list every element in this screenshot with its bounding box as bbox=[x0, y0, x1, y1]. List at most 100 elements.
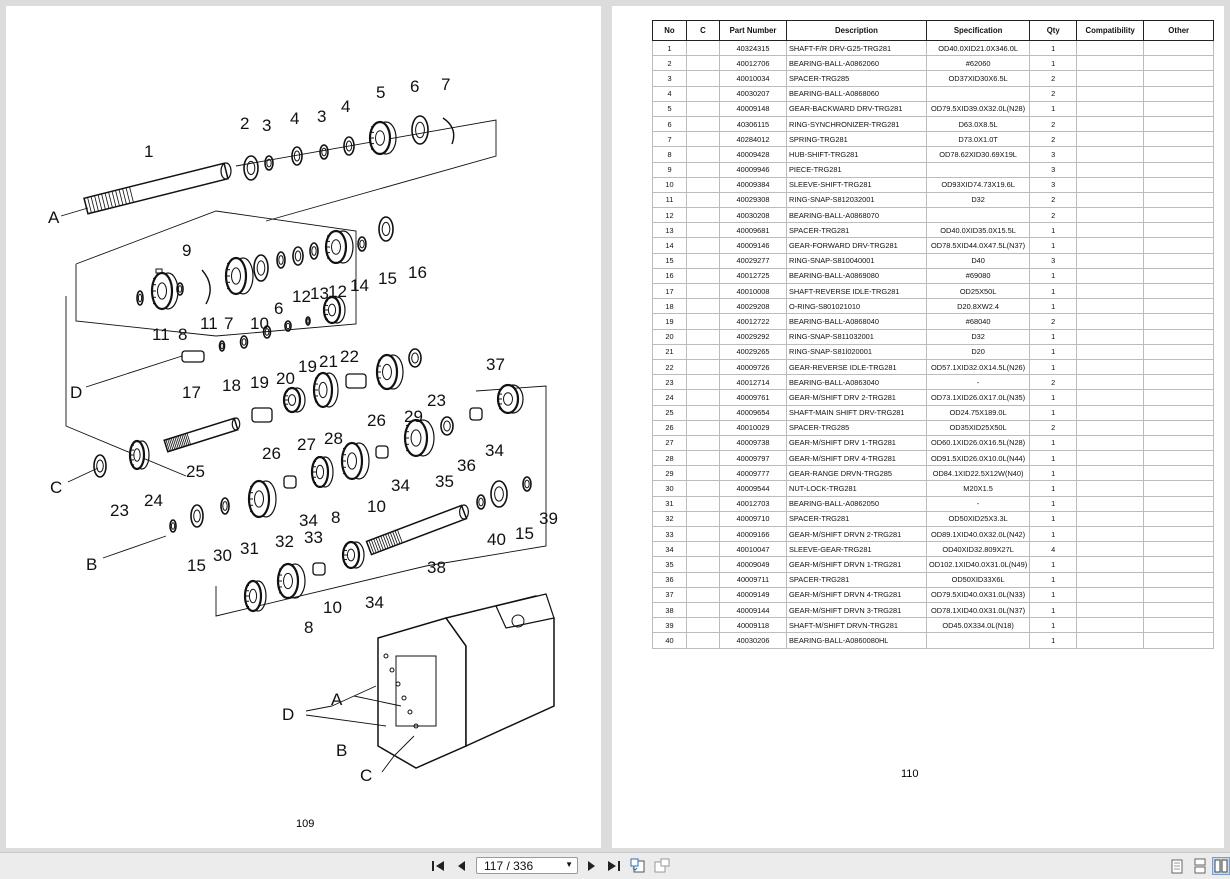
table-cell bbox=[1143, 191, 1215, 209]
pdf-page-right: No C Part Number Description Specification Qt… bbox=[612, 6, 1224, 848]
table-cell: 20 bbox=[652, 328, 687, 345]
ring-part bbox=[524, 479, 530, 489]
table-row: 11 40029308 RING-SNAP-S812032001 D32 2 bbox=[652, 191, 1215, 209]
table-cell: #62060 bbox=[925, 55, 1031, 72]
rotate-left-button[interactable] bbox=[630, 857, 646, 875]
callout-number: 24 bbox=[144, 491, 163, 510]
ring-part bbox=[264, 155, 274, 171]
leader-line bbox=[60, 207, 89, 217]
table-row: 26 40010029 SPACER-TRG285 OD35XID25X50L 2 bbox=[652, 419, 1215, 436]
table-cell: 1 bbox=[1029, 237, 1078, 254]
table-cell: 2 bbox=[1029, 191, 1078, 209]
callout-number: 8 bbox=[178, 325, 187, 344]
table-cell bbox=[686, 115, 720, 133]
table-row: 38 40009144 GEAR-M/SHIFT DRVN 3-TRG281 OD78… bbox=[652, 601, 1215, 619]
table-cell bbox=[1143, 55, 1215, 72]
table-cell: BEARING-BALL-A0860080HL bbox=[786, 632, 927, 649]
table-cell: 38 bbox=[652, 601, 687, 619]
table-cell: 40010034 bbox=[719, 70, 787, 87]
table-cell bbox=[1143, 434, 1215, 452]
table-cell bbox=[1076, 267, 1145, 285]
snap-ring-part bbox=[442, 117, 455, 145]
ring-part bbox=[239, 335, 249, 349]
table-row: 10 40009384 SLEEVE-SHIFT-TRG281 OD93XID74.7… bbox=[652, 176, 1215, 193]
table-cell: 1 bbox=[1029, 404, 1078, 421]
table-row: 18 40029208 O-RING-S801021010 D20.8XW2.4 1 bbox=[652, 298, 1215, 315]
ring-part bbox=[96, 459, 104, 473]
chevron-down-icon[interactable]: ▼ bbox=[565, 860, 573, 869]
table-cell: GEAR-M/SHIFT DRV 2-TRG281 bbox=[786, 389, 927, 406]
table-cell: HUB-SHIFT-TRG281 bbox=[786, 146, 927, 163]
table-cell: 21 bbox=[652, 343, 687, 360]
table-cell bbox=[925, 207, 1031, 224]
page-number: 110 bbox=[901, 768, 919, 780]
table-cell bbox=[686, 632, 720, 649]
table-cell: GEAR-FORWARD DRV-TRG281 bbox=[786, 237, 927, 254]
table-cell: OD89.1XID40.0X32.0L(N42) bbox=[925, 525, 1031, 543]
ring-part bbox=[220, 342, 224, 350]
callout-number: 9 bbox=[182, 241, 191, 260]
table-cell bbox=[1143, 161, 1215, 178]
callout-number: 3 bbox=[317, 107, 326, 126]
continuous-pages-icon bbox=[1194, 858, 1206, 874]
table-cell bbox=[1143, 541, 1215, 558]
table-cell: OD73.1XID26.0X17.0L(N35) bbox=[925, 389, 1031, 406]
previous-page-button[interactable] bbox=[454, 857, 468, 875]
table-cell: 30 bbox=[652, 480, 687, 497]
table-cell: SHAFT-REVERSE IDLE-TRG281 bbox=[786, 282, 927, 300]
table-cell: OD35XID25X50L bbox=[925, 419, 1031, 436]
table-cell bbox=[1076, 465, 1145, 482]
table-cell bbox=[1076, 495, 1145, 512]
table-cell: 1 bbox=[1029, 222, 1078, 239]
table-cell bbox=[686, 343, 720, 360]
table-cell bbox=[686, 267, 720, 285]
table-cell bbox=[1143, 632, 1215, 649]
table-cell: 40029265 bbox=[719, 343, 787, 360]
table-cell bbox=[1143, 510, 1215, 528]
table-row: 2 40012706 BEARING-BALL-A0862060 #62060 1 bbox=[652, 55, 1215, 72]
rotate-right-button[interactable] bbox=[654, 857, 670, 875]
pdf-page-left: 1 2 3 4 3 4 5 6 7 9 11 8 11 7 10 6 12 13 12 14 15 16 17 18 19 20 1… bbox=[6, 6, 601, 848]
leader-line bbox=[305, 714, 387, 727]
table-cell bbox=[686, 328, 720, 345]
table-cell bbox=[686, 237, 720, 254]
table-cell bbox=[1076, 70, 1145, 87]
table-cell bbox=[686, 450, 720, 467]
table-cell: 40029277 bbox=[719, 252, 787, 269]
table-cell: 40306115 bbox=[719, 115, 787, 133]
table-cell: SHAFT-F/R DRV-G25-TRG281 bbox=[786, 39, 927, 57]
first-page-button[interactable] bbox=[430, 857, 446, 875]
table-cell: PIECE-TRG281 bbox=[786, 161, 927, 178]
gear-part bbox=[310, 455, 334, 489]
table-cell: 3 bbox=[1029, 252, 1078, 269]
next-page-button[interactable] bbox=[585, 857, 599, 875]
table-cell bbox=[686, 601, 720, 619]
page-number-input[interactable]: 117 / 336 ▼ bbox=[476, 857, 578, 874]
continuous-view-button[interactable] bbox=[1193, 857, 1207, 875]
ring-part bbox=[190, 504, 204, 528]
two-page-view-button[interactable] bbox=[1212, 857, 1230, 875]
ring-part bbox=[411, 115, 429, 145]
table-cell: OD78.5XID44.0X47.5L(N37) bbox=[925, 237, 1031, 254]
table-cell bbox=[686, 525, 720, 543]
callout-number: 3 bbox=[262, 116, 271, 135]
table-cell: 40029292 bbox=[719, 328, 787, 345]
assembly-letter: B bbox=[86, 555, 97, 574]
table-cell bbox=[1143, 328, 1215, 345]
table-cell bbox=[1076, 282, 1145, 300]
table-row: 16 40012725 BEARING-BALL-A0869080 #69080 1 bbox=[652, 267, 1215, 285]
table-row: 33 40009166 GEAR-M/SHIFT DRVN 2-TRG281 OD89… bbox=[652, 525, 1215, 543]
single-page-view-button[interactable] bbox=[1170, 857, 1184, 875]
last-page-button[interactable] bbox=[606, 857, 622, 875]
table-cell: 3 bbox=[652, 70, 687, 87]
skip-forward-icon bbox=[608, 861, 620, 871]
table-cell: 40009761 bbox=[719, 389, 787, 406]
table-cell: BEARING-BALL-A0868060 bbox=[786, 85, 927, 102]
table-row: 1 40324315 SHAFT-F/R DRV-G25-TRG281 OD40.0X… bbox=[652, 39, 1215, 57]
callout-number: 30 bbox=[213, 546, 232, 565]
table-row: 5 40009148 GEAR-BACKWARD DRV-TRG281 OD79.5X… bbox=[652, 100, 1215, 117]
table-cell: SPRING-TRG281 bbox=[786, 131, 927, 148]
table-row: 7 40284012 SPRING-TRG281 D73.0X1.0T 2 bbox=[652, 131, 1215, 148]
table-cell bbox=[686, 191, 720, 209]
ring-part bbox=[292, 246, 304, 266]
